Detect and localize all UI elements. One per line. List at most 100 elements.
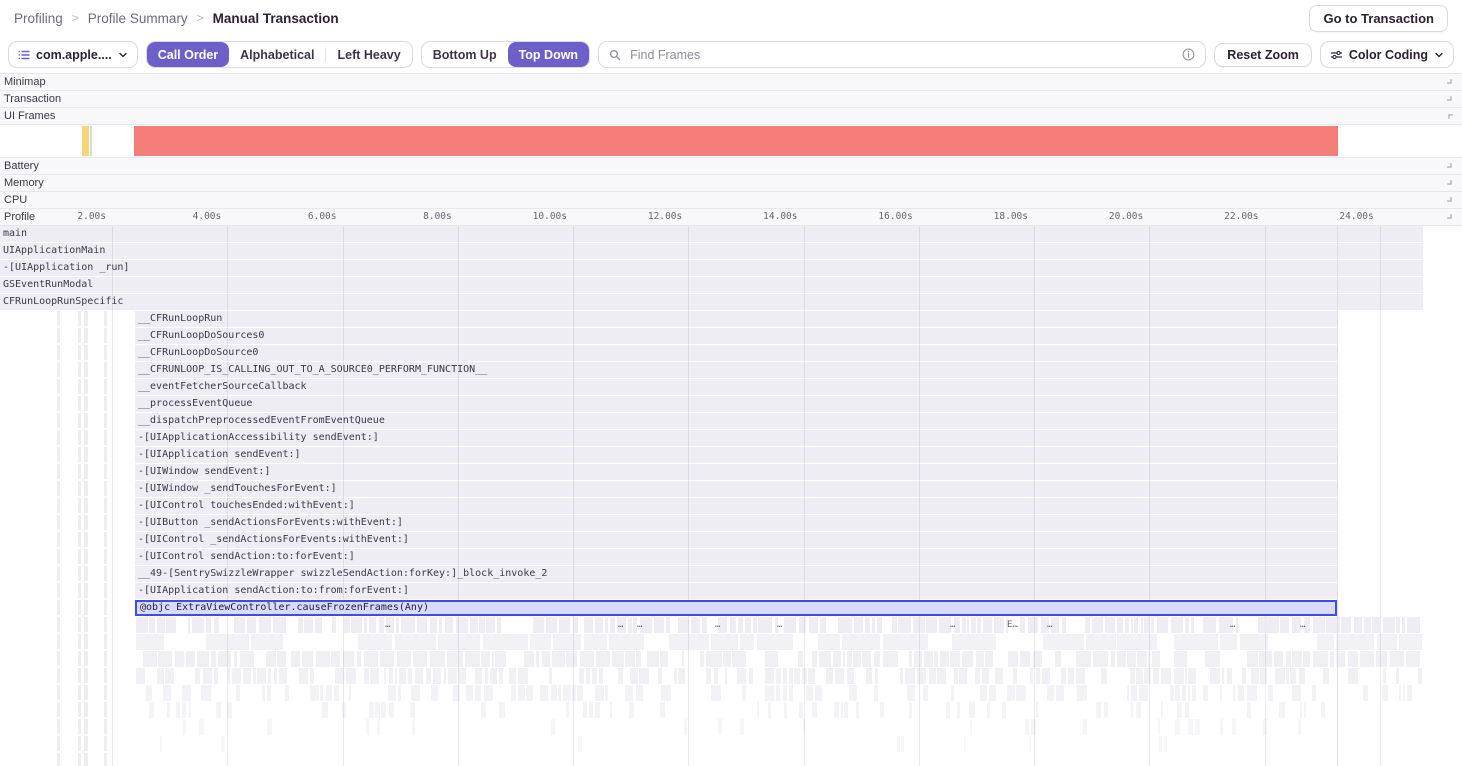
flame-frame-small[interactable] xyxy=(1383,617,1395,633)
flame-frame[interactable]: __49-[SentrySwizzleWrapper swizzleSendAc… xyxy=(135,566,1337,582)
flame-frame-small[interactable] xyxy=(783,685,787,701)
flame-frame-small[interactable] xyxy=(1175,685,1180,701)
reset-zoom-button[interactable]: Reset Zoom xyxy=(1214,43,1312,67)
flame-frame-small[interactable] xyxy=(342,702,346,718)
flame-frame-small[interactable] xyxy=(408,668,412,684)
flame-frame-small[interactable] xyxy=(982,668,989,684)
flame-frame-small[interactable] xyxy=(430,617,437,633)
flame-frame-small[interactable] xyxy=(1321,702,1325,718)
flame-frame-small[interactable] xyxy=(1025,719,1029,735)
flame-frame-small[interactable] xyxy=(1141,617,1143,633)
flame-frame-small[interactable] xyxy=(1203,685,1208,701)
flame-frame-small[interactable] xyxy=(905,668,915,684)
flame-frame-small[interactable] xyxy=(1068,668,1074,684)
flame-frame-small[interactable] xyxy=(758,617,772,633)
flame-frame-small[interactable] xyxy=(413,651,427,667)
flame-frame-small[interactable] xyxy=(776,668,781,684)
flame-frame-small[interactable] xyxy=(1104,702,1108,718)
flame-frame-small[interactable] xyxy=(1251,668,1259,684)
flame-frame-small[interactable] xyxy=(669,634,709,650)
flame-frame-small[interactable] xyxy=(218,651,231,667)
flame-frame-small[interactable] xyxy=(199,719,204,735)
collapse-icon[interactable] xyxy=(1444,93,1455,104)
flame-frame-small[interactable] xyxy=(379,617,384,633)
flame-frame-small[interactable] xyxy=(163,685,171,701)
flame-frame-small[interactable] xyxy=(483,634,528,650)
flame-frame-small[interactable] xyxy=(166,617,176,633)
flame-frame-small[interactable] xyxy=(806,685,813,701)
section-header-profile[interactable]: Profile 2.00s4.00s6.00s8.00s10.00s12.00s… xyxy=(0,209,1462,226)
flame-frame-small[interactable] xyxy=(1407,617,1420,633)
flame-frame-small[interactable] xyxy=(1280,617,1289,633)
flame-frame-small[interactable] xyxy=(818,634,840,650)
flame-frame-small[interactable] xyxy=(1336,634,1374,650)
flame-frame-small[interactable] xyxy=(989,685,996,701)
flame-frame-small[interactable] xyxy=(453,685,460,701)
flame-frame-small[interactable] xyxy=(549,668,552,684)
flame-frame-small[interactable] xyxy=(158,651,172,667)
flame-frame-small[interactable] xyxy=(410,702,415,718)
flame-frame[interactable]: -[UIControl _sendActionsForEvents:withEv… xyxy=(135,532,1337,548)
flame-frame-small[interactable] xyxy=(1056,685,1064,701)
flame-frame-small[interactable] xyxy=(578,736,582,752)
flame-frame-small[interactable] xyxy=(546,617,557,633)
flame-frame-small[interactable] xyxy=(310,668,314,684)
flame-frame-small[interactable] xyxy=(815,685,822,701)
flame-frame-small[interactable] xyxy=(1240,634,1268,650)
flame-frame-small[interactable] xyxy=(794,668,800,684)
flame-frame-small[interactable] xyxy=(1188,719,1193,735)
flame-frame-small[interactable] xyxy=(1085,617,1090,633)
flame-frame-small[interactable] xyxy=(389,668,393,684)
flame-frame-small[interactable] xyxy=(247,617,256,633)
flame-frame-small[interactable] xyxy=(753,617,757,633)
flame-frame-small[interactable] xyxy=(1153,668,1159,684)
flame-frame-small[interactable] xyxy=(838,617,852,633)
flame-frame-small[interactable] xyxy=(971,617,976,633)
flame-frame-small[interactable] xyxy=(214,617,219,633)
flame-frame-small[interactable] xyxy=(742,685,746,701)
flame-frame-small[interactable] xyxy=(1300,702,1302,718)
flame-frame-small[interactable] xyxy=(1092,617,1103,633)
flame-frame-small[interactable] xyxy=(1259,651,1272,667)
flame-frame-small[interactable] xyxy=(251,634,283,650)
flame-frame-small[interactable] xyxy=(551,719,555,735)
flame-frame-small[interactable] xyxy=(1182,685,1186,701)
flame-frame-small[interactable] xyxy=(711,634,738,650)
flame-frame-small[interactable] xyxy=(497,617,501,633)
flame-frame-small[interactable] xyxy=(1372,617,1380,633)
flame-frame-small[interactable] xyxy=(940,651,949,667)
flame-frame-small[interactable] xyxy=(765,668,774,684)
flame-frame-small[interactable] xyxy=(1286,651,1291,667)
flame-frame-small[interactable] xyxy=(718,719,722,735)
collapse-icon[interactable] xyxy=(1444,194,1455,205)
flame-frame-small[interactable] xyxy=(684,719,687,735)
flame-frame-small[interactable] xyxy=(412,719,415,735)
flame-frame-small[interactable] xyxy=(934,651,938,667)
flame-frame-small[interactable] xyxy=(1260,668,1267,684)
flame-frame-small[interactable] xyxy=(1161,702,1163,718)
flame-frame-small[interactable] xyxy=(1210,668,1220,684)
flame-frame-small[interactable] xyxy=(835,668,844,684)
flame-frame-small[interactable] xyxy=(526,685,533,701)
info-icon[interactable] xyxy=(1182,48,1195,61)
flame-frame-small[interactable] xyxy=(962,617,966,633)
section-header-minimap[interactable]: Minimap xyxy=(0,74,1462,91)
flame-frame[interactable]: __dispatchPreprocessedEventFromEventQueu… xyxy=(135,413,1337,429)
flame-frame-small[interactable] xyxy=(1131,685,1137,701)
flame-frame-small[interactable] xyxy=(381,702,386,718)
flame-frame-small[interactable] xyxy=(738,617,743,633)
expand-icon[interactable] xyxy=(1444,110,1455,121)
flame-frame-small[interactable] xyxy=(364,668,369,684)
flame-frame-small[interactable] xyxy=(470,617,478,633)
flame-frame-small[interactable] xyxy=(214,668,218,684)
flame-frame-small[interactable] xyxy=(299,668,308,684)
flame-frame-small[interactable] xyxy=(358,634,392,650)
flame-frame-small[interactable] xyxy=(253,668,256,684)
frame-divider[interactable] xyxy=(90,126,92,156)
flame-frame-small[interactable] xyxy=(1233,685,1235,701)
flame-frame-small[interactable] xyxy=(1062,617,1066,633)
flame-frame-small[interactable] xyxy=(1191,617,1194,633)
flame-frame-small[interactable] xyxy=(1031,719,1036,735)
flame-frame-small[interactable] xyxy=(1159,736,1162,752)
flame-frame-small[interactable] xyxy=(841,702,843,718)
